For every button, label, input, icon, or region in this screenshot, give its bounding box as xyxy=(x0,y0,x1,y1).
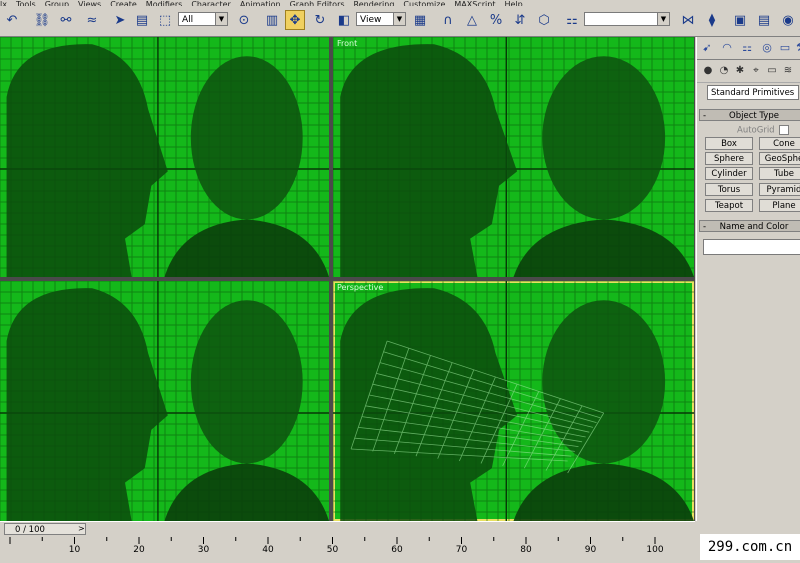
track-bar[interactable]: 10 20 30 40 50 60 70 80 90 100 xyxy=(0,536,800,560)
undo-icon[interactable]: ↶ xyxy=(2,10,22,30)
chevron-down-icon: ▼ xyxy=(393,13,405,25)
primitive-category-dropdown[interactable]: Standard Primitives xyxy=(707,85,799,100)
coordinate-system-value: View xyxy=(360,15,382,25)
track-bar-tick-label: 70 xyxy=(455,545,468,555)
move-icon[interactable]: ✥ xyxy=(285,10,305,30)
unlink-icon[interactable]: ⚯ xyxy=(56,10,76,30)
track-bar-tick-label: 90 xyxy=(584,545,597,555)
geosphere-button[interactable]: GeoSphe xyxy=(759,152,800,165)
viewport-canvas xyxy=(0,37,329,277)
pivot-center-icon[interactable]: ▦ xyxy=(410,10,430,30)
selection-filter-value: All xyxy=(182,15,194,25)
align-icon[interactable]: ⧫ xyxy=(702,10,722,30)
plane-button[interactable]: Plane xyxy=(759,199,800,212)
object-type-title: Object Type xyxy=(729,111,779,121)
time-slider-label: 0 / 100 xyxy=(15,525,45,535)
chevron-down-icon: ▼ xyxy=(215,13,227,25)
primitive-category-value: Standard Primitives xyxy=(711,88,795,98)
track-bar-ticks: 10 20 30 40 50 60 70 80 90 100 xyxy=(0,536,700,560)
create-category-row: ● ◔ ✱ ⌖ ▭ ≋ xyxy=(697,60,800,83)
layer-manager-icon[interactable]: ▣ xyxy=(730,10,750,30)
viewport-label: Perspective xyxy=(337,283,384,292)
torus-button[interactable]: Torus xyxy=(705,183,753,196)
command-panel: ➹ ◠ ⚏ ◎ ▭ ⚒ ● ◔ ✱ ⌖ ▭ ≋ Standard Primiti… xyxy=(696,37,800,521)
rotate-icon[interactable]: ↻ xyxy=(310,10,330,30)
curve-editor-icon[interactable]: ▤ xyxy=(754,10,774,30)
watermark: 299.com.cn xyxy=(700,534,800,560)
percent-snap-icon[interactable]: % xyxy=(486,10,506,30)
snap-toggle-icon[interactable]: ∩ xyxy=(438,10,458,30)
viewport-canvas xyxy=(0,281,329,521)
tube-button[interactable]: Tube xyxy=(759,167,800,180)
selection-filter-dropdown[interactable]: All ▼ xyxy=(178,12,228,26)
geometry-icon[interactable]: ● xyxy=(701,64,715,78)
cone-button[interactable]: Cone xyxy=(759,137,800,150)
cylinder-button[interactable]: Cylinder xyxy=(705,167,753,180)
display-tab-icon[interactable]: ▭ xyxy=(777,40,793,56)
box-button[interactable]: Box xyxy=(705,137,753,150)
mirror-icon[interactable]: ⋈ xyxy=(678,10,698,30)
track-bar-tick-label: 10 xyxy=(68,545,81,555)
helpers-icon[interactable]: ▭ xyxy=(765,64,779,78)
spacewarps-icon[interactable]: ≋ xyxy=(781,64,795,78)
material-editor-icon[interactable]: ◉ xyxy=(778,10,798,30)
checkbox-icon xyxy=(778,125,789,135)
track-bar-tick-label: 60 xyxy=(391,545,403,555)
hierarchy-tab-icon[interactable]: ⚏ xyxy=(739,40,755,56)
track-bar-tick-label: 40 xyxy=(262,545,274,555)
modify-tab-icon[interactable]: ◠ xyxy=(719,40,735,56)
create-tab-icon[interactable]: ➹ xyxy=(699,40,715,56)
viewport-canvas xyxy=(333,37,694,277)
select-by-name-icon[interactable]: ▤ xyxy=(132,10,152,30)
track-bar-tick-label: 50 xyxy=(326,545,339,555)
main-toolbar: ↶ ⛓ ⚯ ≈ ➤ ▤ ⬚ All ▼ ⊙ ▥ ✥ ↻ ◧ View ▼ ▦ ∩… xyxy=(0,6,800,37)
name-color-title: Name and Color xyxy=(719,222,789,232)
collapse-icon: - xyxy=(703,111,707,121)
lights-icon[interactable]: ✱ xyxy=(733,64,747,78)
teapot-button[interactable]: Teapot xyxy=(705,199,753,212)
object-type-rollout[interactable]: - Object Type xyxy=(699,109,800,121)
spinner-snap-icon[interactable]: ⇵ xyxy=(510,10,530,30)
viewport-canvas xyxy=(333,281,694,521)
track-bar-tick-label: 100 xyxy=(646,545,664,555)
chevron-down-icon: ▼ xyxy=(657,13,669,25)
viewport-front[interactable]: Front xyxy=(333,37,694,277)
track-bar-tick-label: 80 xyxy=(520,545,532,555)
chevron-right-icon[interactable]: > xyxy=(78,524,85,533)
viewport-left[interactable] xyxy=(0,281,329,521)
viewport-perspective[interactable]: Perspective xyxy=(333,281,694,521)
autogrid-checkbox[interactable]: AutoGrid xyxy=(737,125,789,136)
select-and-move-icon[interactable]: ⊙ xyxy=(234,10,254,30)
named-selection-icon[interactable]: ⚏ xyxy=(562,10,582,30)
named-selection-dropdown[interactable]: ▼ xyxy=(584,12,670,26)
name-and-color-rollout[interactable]: - Name and Color xyxy=(699,220,800,232)
select-and-link-icon[interactable]: ⛓ xyxy=(32,10,52,30)
reference-coordinate-dropdown[interactable]: View ▼ xyxy=(356,12,406,26)
shapes-icon[interactable]: ◔ xyxy=(717,64,731,78)
scale-icon[interactable]: ◧ xyxy=(334,10,354,30)
command-panel-tabs: ➹ ◠ ⚏ ◎ ▭ ⚒ xyxy=(697,37,800,60)
motion-tab-icon[interactable]: ◎ xyxy=(759,40,775,56)
window-crossing-icon[interactable]: ▥ xyxy=(262,10,282,30)
collapse-icon: - xyxy=(703,222,707,232)
sphere-button[interactable]: Sphere xyxy=(705,152,753,165)
angle-snap-icon[interactable]: △ xyxy=(462,10,482,30)
bind-spacewarp-icon[interactable]: ≈ xyxy=(82,10,102,30)
cameras-icon[interactable]: ⌖ xyxy=(749,64,763,78)
edit-named-selection-icon[interactable]: ⬡ xyxy=(534,10,554,30)
viewport-area: Front Perspective xyxy=(0,37,695,521)
viewport-top[interactable] xyxy=(0,37,329,277)
utilities-tab-icon[interactable]: ⚒ xyxy=(793,40,800,56)
track-bar-tick-label: 20 xyxy=(133,545,145,555)
time-slider[interactable]: 0 / 100 > xyxy=(0,521,695,536)
time-slider-thumb[interactable]: 0 / 100 xyxy=(4,523,86,535)
viewport-label: Front xyxy=(337,39,358,48)
autogrid-label: AutoGrid xyxy=(737,125,775,136)
object-name-field[interactable] xyxy=(703,239,800,255)
rectangular-selection-icon[interactable]: ⬚ xyxy=(155,10,175,30)
track-bar-tick-label: 30 xyxy=(197,545,210,555)
select-object-icon[interactable]: ➤ xyxy=(110,10,130,30)
pyramid-button[interactable]: Pyramid xyxy=(759,183,800,196)
